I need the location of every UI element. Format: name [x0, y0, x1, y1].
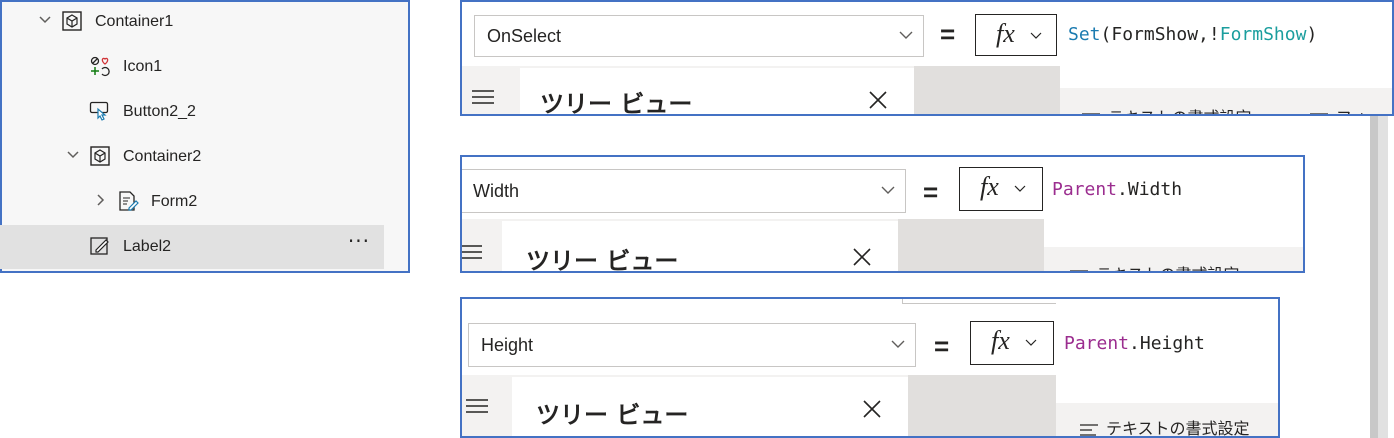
tree-item-label: Button2_2: [123, 103, 196, 120]
tree-item-label: Form2: [151, 193, 198, 210]
canvas-area: [914, 66, 1060, 114]
formula-bar-onselect: OnSelect = fx Set(FormShow,!FormShow) ツリ…: [460, 0, 1394, 116]
text-format-icon: [1080, 423, 1098, 436]
text-format-icon: [1070, 269, 1088, 271]
fx-button[interactable]: fx: [970, 321, 1054, 365]
formula-input[interactable]: Parent.Height: [1056, 299, 1278, 403]
form-label: フォー: [1336, 108, 1384, 114]
equals-sign: =: [940, 19, 956, 49]
formula-args: (FormShow,!: [1100, 24, 1220, 45]
formula-close: ): [1306, 24, 1318, 45]
tree-item-label: Container2: [123, 148, 202, 165]
chevron-down-icon: [1014, 185, 1026, 192]
tree-item-icon1[interactable]: Icon1: [0, 45, 384, 89]
chevron-down-icon: [899, 31, 913, 39]
text-format-label: テキストの書式設定: [1106, 419, 1250, 438]
tree-view-panel: Container1 Icon1 Button2_2 Container2 Fo…: [0, 0, 1388, 438]
text-format-button[interactable]: テキストの書式設定: [1082, 104, 1252, 114]
equals-sign: =: [923, 177, 939, 207]
chevron-down-icon: [891, 340, 905, 348]
form-button[interactable]: フォー: [1310, 104, 1384, 114]
text-format-button[interactable]: テキストの書式設定: [1070, 261, 1240, 271]
formula-keyword: Parent: [1064, 333, 1130, 354]
formula-property: .Width: [1117, 179, 1183, 200]
property-name: OnSelect: [487, 26, 562, 46]
tree-view-title: ツリー ビュー: [526, 247, 679, 273]
formula-bar-width: Width = fx Parent.Width ツリー ビュー テキストの書式設…: [460, 155, 1305, 273]
tree-item-container1[interactable]: Container1: [0, 0, 384, 44]
formula-bar-height: Height = fx Parent.Height ツリー ビュー テキストの書…: [460, 297, 1280, 438]
close-icon[interactable]: [868, 90, 888, 110]
hamburger-icon[interactable]: [472, 90, 494, 104]
tree-item-container2[interactable]: Container2: [0, 135, 384, 179]
formula-control: FormShow: [1219, 24, 1307, 45]
close-icon[interactable]: [852, 247, 872, 267]
canvas-area: [898, 219, 1044, 271]
tree-item-label2[interactable]: Label2 ···: [0, 225, 384, 269]
text-format-button[interactable]: テキストの書式設定: [1080, 415, 1250, 438]
property-name: Width: [473, 181, 520, 201]
canvas-area: [908, 375, 1056, 436]
label-icon: [90, 237, 109, 255]
fx-icon: fx: [980, 172, 999, 201]
tree-item-label: Icon1: [123, 58, 163, 75]
property-name: Height: [481, 335, 534, 355]
chevron-down-icon: [1030, 32, 1042, 39]
text-format-label: テキストの書式設定: [1096, 265, 1240, 271]
formula-input[interactable]: Parent.Width: [1044, 157, 1303, 247]
more-options-icon[interactable]: ···: [348, 229, 370, 253]
tree-view-header: ツリー ビュー: [520, 68, 914, 116]
hamburger-icon[interactable]: [460, 245, 482, 259]
fx-button[interactable]: fx: [975, 14, 1057, 56]
property-dropdown[interactable]: Width: [462, 169, 906, 213]
container-icon: [62, 11, 82, 31]
formula-input[interactable]: Set(FormShow,!FormShow): [1060, 2, 1392, 88]
formula-keyword: Parent: [1052, 179, 1118, 200]
chevron-down-icon: [1025, 339, 1037, 346]
formula-function: Set: [1068, 24, 1101, 45]
chevron-right-icon[interactable]: [94, 193, 108, 207]
tree-view-header: ツリー ビュー: [512, 377, 908, 436]
tree-item-label: Container1: [95, 13, 174, 30]
chevron-down-icon[interactable]: [66, 148, 80, 162]
text-format-icon: [1082, 112, 1100, 114]
property-dropdown[interactable]: OnSelect: [474, 15, 924, 57]
fx-button[interactable]: fx: [959, 167, 1043, 211]
fx-icon: fx: [996, 19, 1015, 48]
formula-property: .Height: [1129, 333, 1205, 354]
text-format-label: テキストの書式設定: [1108, 108, 1252, 114]
tree-item-label: Label2: [123, 238, 172, 255]
tree-item-button2-2[interactable]: Button2_2: [0, 90, 384, 134]
tree-view-title: ツリー ビュー: [536, 401, 689, 429]
container-icon: [90, 146, 110, 166]
close-icon[interactable]: [862, 399, 882, 419]
fx-icon: fx: [991, 326, 1010, 355]
tree-view-header: ツリー ビュー: [502, 221, 898, 273]
equals-sign: =: [934, 331, 950, 361]
tree-view-title: ツリー ビュー: [540, 90, 693, 116]
chevron-down-icon[interactable]: [38, 13, 52, 27]
format-icon: [1310, 112, 1328, 114]
form-icon: [119, 191, 139, 211]
hamburger-icon[interactable]: [466, 399, 488, 413]
tree-item-form2[interactable]: Form2: [0, 180, 384, 224]
button-icon: [89, 101, 109, 121]
icon-control-icon: [90, 56, 110, 77]
chevron-down-icon: [881, 186, 895, 194]
property-dropdown[interactable]: Height: [468, 323, 916, 367]
